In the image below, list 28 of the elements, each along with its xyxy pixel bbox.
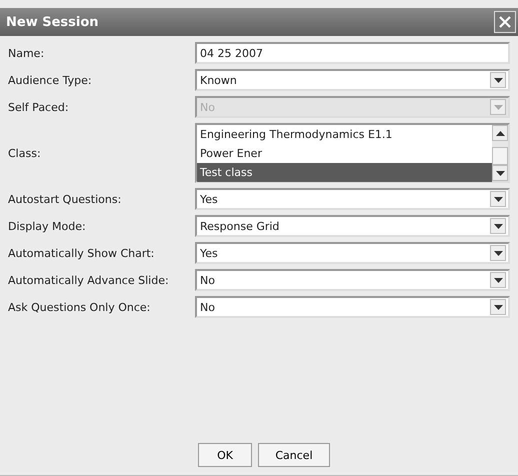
text-field[interactable]: 04 25 2007 [195, 42, 510, 64]
scroll-thumb[interactable] [492, 147, 508, 165]
field-label: Name: [8, 46, 46, 60]
field-label: Audience Type: [8, 74, 93, 86]
close-icon [498, 15, 512, 29]
field-label: Display Mode: [8, 220, 87, 232]
list-item[interactable]: Test class [197, 163, 492, 182]
list-item[interactable]: Power Ener [197, 144, 492, 163]
field-label: Automatically Advance Slide: [8, 274, 170, 286]
close-button[interactable] [494, 11, 516, 33]
dropdown[interactable]: Yes [195, 188, 510, 210]
dropdown[interactable]: Response Grid [195, 215, 510, 237]
field-label: Ask Questions Only Once: [8, 300, 152, 314]
field-label: Automatically Show Chart: [8, 246, 156, 260]
dropdown[interactable]: Known [195, 69, 510, 91]
dialog-button[interactable]: OK [198, 443, 252, 467]
dropdown[interactable]: No [195, 269, 510, 291]
window-title: New Session [6, 14, 99, 30]
field-label: Class: [8, 146, 42, 160]
field-label: Self Paced: [8, 100, 70, 114]
dropdown[interactable]: Yes [195, 242, 510, 264]
scroll-down-icon [492, 165, 508, 181]
list-item[interactable]: Engineering Thermodynamics E1.1 [197, 125, 492, 144]
field-label: Autostart Questions: [8, 192, 122, 206]
scrollbar[interactable] [492, 125, 508, 181]
dropdown[interactable]: No [195, 296, 510, 318]
scroll-up-icon [492, 125, 508, 141]
dialog-button[interactable]: Cancel [258, 443, 330, 467]
